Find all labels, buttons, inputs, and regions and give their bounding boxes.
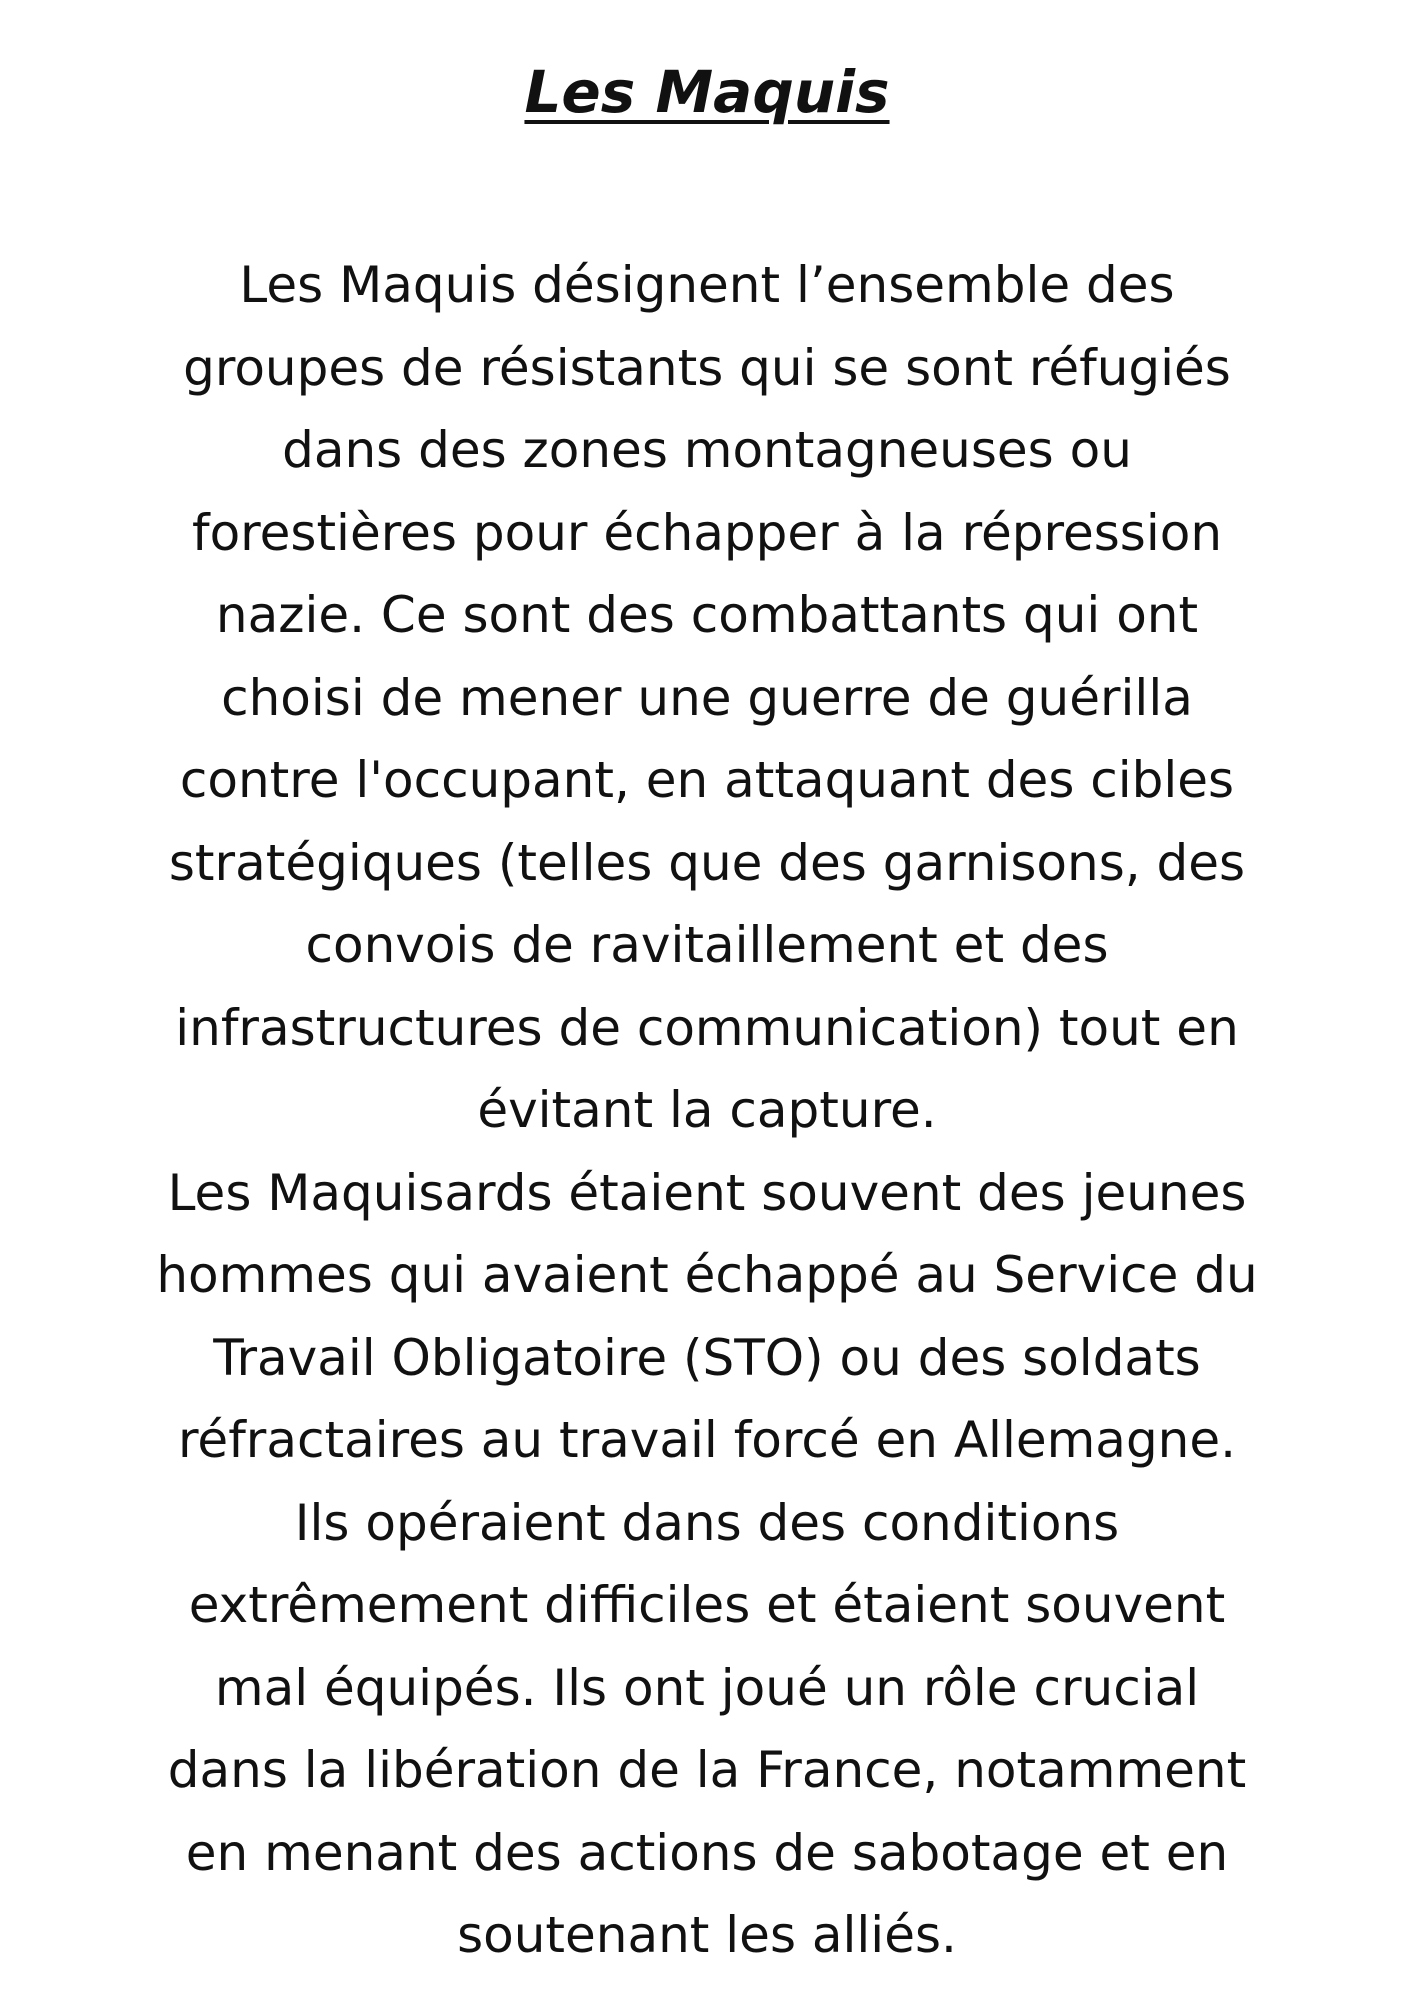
text-line: forestières pour échapper à la répressio… [191, 503, 1223, 562]
text-line: infrastructures de communication) tout e… [175, 998, 1239, 1057]
text-line: Travail Obligatoire (STO) ou des soldats [213, 1328, 1201, 1387]
text-line: contre l'occupant, en attaquant des cibl… [179, 751, 1235, 809]
document-page: Les Maquis Les Maquis désignent l’ensemb… [0, 0, 1414, 2000]
text-line: groupes de résistants qui se sont réfugi… [183, 338, 1231, 397]
text-line: réfractaires au travail forcé en Allemag… [177, 1411, 1237, 1469]
text-line: extrêmement difficiles et étaient souven… [188, 1576, 1226, 1634]
text-line: hommes qui avaient échappé au Service du [156, 1246, 1258, 1304]
text-line: en menant des actions de sabotage et en [185, 1823, 1229, 1882]
text-line: soutenant les alliés. [457, 1906, 957, 1964]
text-line: nazie. Ce sont des combattants qui ont [215, 586, 1199, 644]
text-line: convois de ravitaillement et des [305, 916, 1109, 974]
document-title: Les Maquis [524, 58, 890, 126]
text-line: dans des zones montagneuses ou [282, 421, 1132, 479]
text-line: Les Maquis désignent l’ensemble des [239, 256, 1175, 314]
text-line: évitant la capture. [477, 1081, 937, 1139]
text-line: Ils opéraient dans des conditions [294, 1493, 1120, 1552]
text-line: mal équipés. Ils ont joué un rôle crucia… [214, 1658, 1200, 1717]
text-line: Les Maquisards étaient souvent des jeune… [167, 1163, 1247, 1222]
text-line: stratégiques (telles que des garnisons, … [168, 833, 1246, 892]
text-line: choisi de mener une guerre de guérilla [221, 668, 1193, 727]
text-line: dans la libération de la France, notamme… [167, 1741, 1247, 1799]
body-paragraph: Les Maquis désignent l’ensemble des grou… [100, 244, 1314, 1977]
